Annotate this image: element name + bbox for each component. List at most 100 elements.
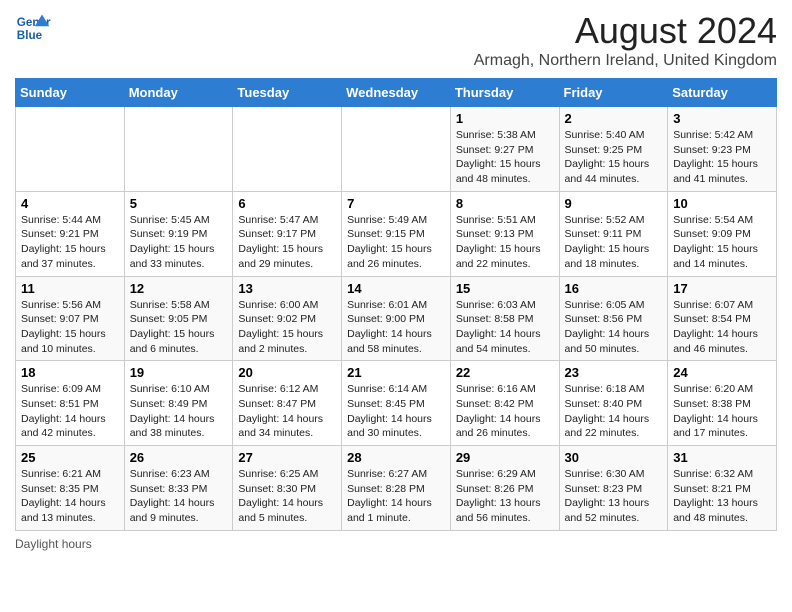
day-number: 8: [456, 196, 554, 211]
calendar-cell: 13 Sunrise: 6:00 AM Sunset: 9:02 PM Dayli…: [233, 276, 342, 361]
calendar-cell: [16, 107, 125, 192]
day-number: 22: [456, 365, 554, 380]
calendar-cell: 20 Sunrise: 6:12 AM Sunset: 8:47 PM Dayli…: [233, 361, 342, 446]
day-info: Sunrise: 6:20 AM Sunset: 8:38 PM Dayligh…: [673, 382, 771, 441]
calendar-cell: 22 Sunrise: 6:16 AM Sunset: 8:42 PM Dayli…: [450, 361, 559, 446]
day-number: 4: [21, 196, 119, 211]
day-number: 10: [673, 196, 771, 211]
calendar-cell: 12 Sunrise: 5:58 AM Sunset: 9:05 PM Dayli…: [124, 276, 233, 361]
day-number: 7: [347, 196, 445, 211]
calendar-day-header: Tuesday: [233, 79, 342, 107]
day-info: Sunrise: 5:52 AM Sunset: 9:11 PM Dayligh…: [565, 213, 663, 272]
day-number: 16: [565, 281, 663, 296]
calendar-cell: 27Sunrise: 6:25 AM Sunset: 8:30 PM Dayli…: [233, 446, 342, 531]
day-info: Sunrise: 5:47 AM Sunset: 9:17 PM Dayligh…: [238, 213, 336, 272]
calendar-cell: 19 Sunrise: 6:10 AM Sunset: 8:49 PM Dayli…: [124, 361, 233, 446]
calendar-day-header: Monday: [124, 79, 233, 107]
calendar-cell: 15 Sunrise: 6:03 AM Sunset: 8:58 PM Dayli…: [450, 276, 559, 361]
day-info: Sunrise: 6:21 AM Sunset: 8:35 PM Dayligh…: [21, 467, 119, 526]
calendar-cell: 18 Sunrise: 6:09 AM Sunset: 8:51 PM Dayli…: [16, 361, 125, 446]
day-number: 12: [130, 281, 228, 296]
day-info: Sunrise: 6:16 AM Sunset: 8:42 PM Dayligh…: [456, 382, 554, 441]
calendar-cell: 2 Sunrise: 5:40 AM Sunset: 9:25 PM Daylig…: [559, 107, 668, 192]
day-info: Sunrise: 5:38 AM Sunset: 9:27 PM Dayligh…: [456, 128, 554, 187]
day-number: 14: [347, 281, 445, 296]
day-info: Sunrise: 5:56 AM Sunset: 9:07 PM Dayligh…: [21, 298, 119, 357]
calendar-cell: 16 Sunrise: 6:05 AM Sunset: 8:56 PM Dayli…: [559, 276, 668, 361]
calendar-cell: 5Sunrise: 5:45 AM Sunset: 9:19 PM Daylig…: [124, 191, 233, 276]
day-number: 28: [347, 450, 445, 465]
calendar-cell: 28 Sunrise: 6:27 AM Sunset: 8:28 PM Dayli…: [342, 446, 451, 531]
day-info: Sunrise: 5:51 AM Sunset: 9:13 PM Dayligh…: [456, 213, 554, 272]
calendar-week-row: 18 Sunrise: 6:09 AM Sunset: 8:51 PM Dayli…: [16, 361, 777, 446]
day-info: Sunrise: 6:01 AM Sunset: 9:00 PM Dayligh…: [347, 298, 445, 357]
calendar-table: SundayMondayTuesdayWednesdayThursdayFrid…: [15, 78, 777, 531]
calendar-week-row: 25 Sunrise: 6:21 AM Sunset: 8:35 PM Dayli…: [16, 446, 777, 531]
day-info: Sunrise: 6:10 AM Sunset: 8:49 PM Dayligh…: [130, 382, 228, 441]
day-number: 20: [238, 365, 336, 380]
logo-icon: General Blue: [15, 10, 51, 46]
calendar-cell: 21Sunrise: 6:14 AM Sunset: 8:45 PM Dayli…: [342, 361, 451, 446]
calendar-cell: 14 Sunrise: 6:01 AM Sunset: 9:00 PM Dayli…: [342, 276, 451, 361]
day-number: 9: [565, 196, 663, 211]
calendar-cell: 23Sunrise: 6:18 AM Sunset: 8:40 PM Dayli…: [559, 361, 668, 446]
day-number: 27: [238, 450, 336, 465]
calendar-day-header: Saturday: [668, 79, 777, 107]
day-info: Sunrise: 6:09 AM Sunset: 8:51 PM Dayligh…: [21, 382, 119, 441]
day-info: Sunrise: 6:00 AM Sunset: 9:02 PM Dayligh…: [238, 298, 336, 357]
day-number: 24: [673, 365, 771, 380]
day-info: Sunrise: 6:12 AM Sunset: 8:47 PM Dayligh…: [238, 382, 336, 441]
day-info: Sunrise: 5:44 AM Sunset: 9:21 PM Dayligh…: [21, 213, 119, 272]
day-number: 13: [238, 281, 336, 296]
calendar-week-row: 11 Sunrise: 5:56 AM Sunset: 9:07 PM Dayli…: [16, 276, 777, 361]
day-info: Sunrise: 6:05 AM Sunset: 8:56 PM Dayligh…: [565, 298, 663, 357]
calendar-header-row: SundayMondayTuesdayWednesdayThursdayFrid…: [16, 79, 777, 107]
title-area: August 2024 Armagh, Northern Ireland, Un…: [474, 10, 777, 70]
calendar-cell: 26Sunrise: 6:23 AM Sunset: 8:33 PM Dayli…: [124, 446, 233, 531]
day-number: 26: [130, 450, 228, 465]
day-number: 15: [456, 281, 554, 296]
calendar-cell: 25 Sunrise: 6:21 AM Sunset: 8:35 PM Dayli…: [16, 446, 125, 531]
subtitle: Armagh, Northern Ireland, United Kingdom: [474, 52, 777, 70]
calendar-cell: 30 Sunrise: 6:30 AM Sunset: 8:23 PM Dayli…: [559, 446, 668, 531]
day-info: Sunrise: 6:32 AM Sunset: 8:21 PM Dayligh…: [673, 467, 771, 526]
calendar-cell: 29 Sunrise: 6:29 AM Sunset: 8:26 PM Dayli…: [450, 446, 559, 531]
day-number: 29: [456, 450, 554, 465]
day-info: Sunrise: 6:30 AM Sunset: 8:23 PM Dayligh…: [565, 467, 663, 526]
day-info: Sunrise: 5:54 AM Sunset: 9:09 PM Dayligh…: [673, 213, 771, 272]
day-info: Sunrise: 5:42 AM Sunset: 9:23 PM Dayligh…: [673, 128, 771, 187]
day-info: Sunrise: 5:58 AM Sunset: 9:05 PM Dayligh…: [130, 298, 228, 357]
calendar-day-header: Sunday: [16, 79, 125, 107]
calendar-cell: 9 Sunrise: 5:52 AM Sunset: 9:11 PM Daylig…: [559, 191, 668, 276]
calendar-cell: 11 Sunrise: 5:56 AM Sunset: 9:07 PM Dayli…: [16, 276, 125, 361]
day-number: 25: [21, 450, 119, 465]
day-number: 11: [21, 281, 119, 296]
header: General Blue August 2024 Armagh, Norther…: [15, 10, 777, 70]
calendar-day-header: Thursday: [450, 79, 559, 107]
day-number: 19: [130, 365, 228, 380]
calendar-cell: 4 Sunrise: 5:44 AM Sunset: 9:21 PM Daylig…: [16, 191, 125, 276]
day-info: Sunrise: 5:40 AM Sunset: 9:25 PM Dayligh…: [565, 128, 663, 187]
calendar-cell: [233, 107, 342, 192]
day-info: Sunrise: 5:49 AM Sunset: 9:15 PM Dayligh…: [347, 213, 445, 272]
day-number: 30: [565, 450, 663, 465]
calendar-cell: [342, 107, 451, 192]
day-info: Sunrise: 6:27 AM Sunset: 8:28 PM Dayligh…: [347, 467, 445, 526]
day-info: Sunrise: 6:03 AM Sunset: 8:58 PM Dayligh…: [456, 298, 554, 357]
day-number: 2: [565, 111, 663, 126]
day-number: 18: [21, 365, 119, 380]
day-info: Sunrise: 6:07 AM Sunset: 8:54 PM Dayligh…: [673, 298, 771, 357]
day-number: 17: [673, 281, 771, 296]
calendar-day-header: Friday: [559, 79, 668, 107]
main-title: August 2024: [474, 10, 777, 52]
svg-text:Blue: Blue: [17, 29, 43, 42]
calendar-cell: 17 Sunrise: 6:07 AM Sunset: 8:54 PM Dayli…: [668, 276, 777, 361]
day-info: Sunrise: 6:29 AM Sunset: 8:26 PM Dayligh…: [456, 467, 554, 526]
logo: General Blue: [15, 10, 51, 46]
day-info: Sunrise: 5:45 AM Sunset: 9:19 PM Dayligh…: [130, 213, 228, 272]
day-number: 23: [565, 365, 663, 380]
day-number: 6: [238, 196, 336, 211]
calendar-week-row: 4 Sunrise: 5:44 AM Sunset: 9:21 PM Daylig…: [16, 191, 777, 276]
day-number: 1: [456, 111, 554, 126]
day-number: 31: [673, 450, 771, 465]
